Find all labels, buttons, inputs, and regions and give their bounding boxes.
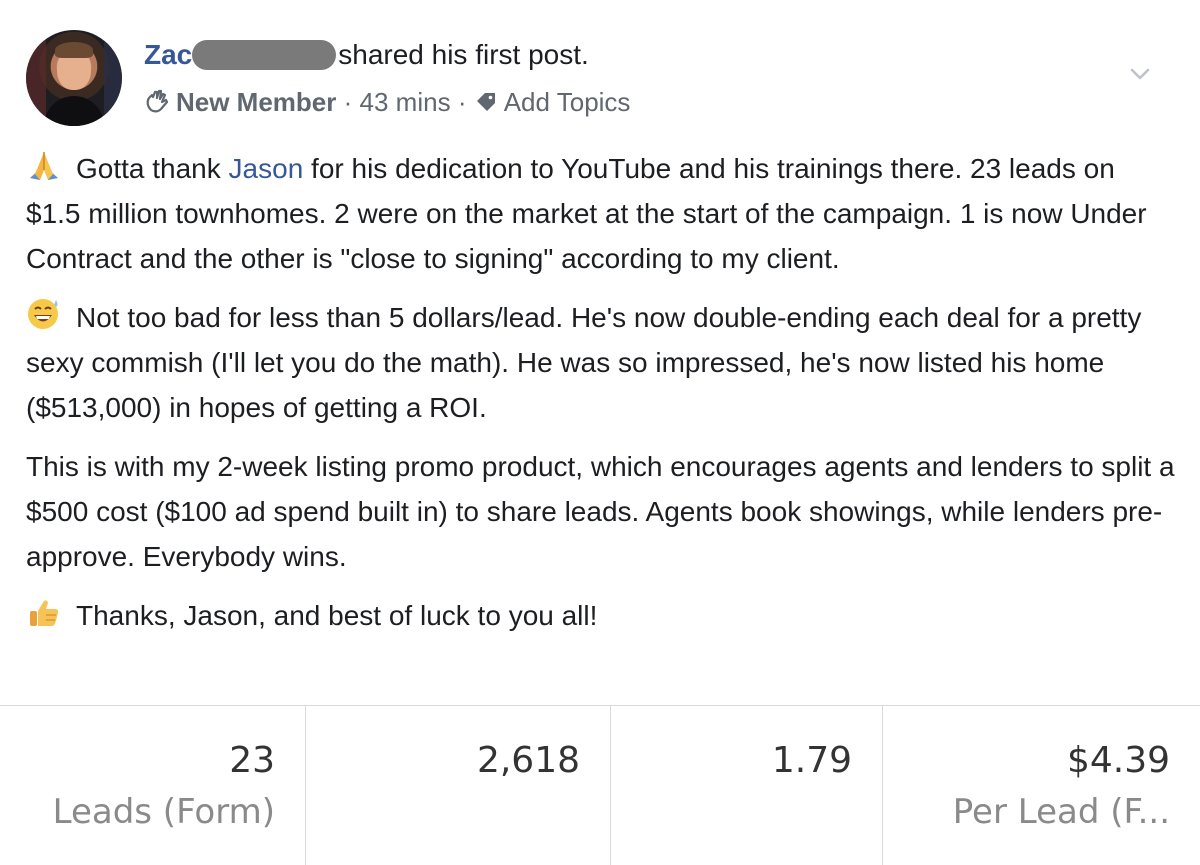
facebook-group-post: Zac shared his first post. New Member · 4… — [0, 0, 1200, 865]
stat-value: 23 — [229, 740, 275, 781]
avatar-hair — [55, 42, 93, 58]
stat-value: $4.39 — [1066, 740, 1170, 781]
paragraph-text: Not too bad for less than 5 dollars/lead… — [26, 302, 1142, 423]
folded-hands-icon — [26, 150, 66, 182]
avatar-background-right — [104, 30, 122, 126]
post-header: Zac shared his first post. New Member · 4… — [26, 26, 1176, 126]
ad-results-table: 23 Leads (Form) 2,618 1.79 $4.39 Per Lea… — [0, 705, 1200, 865]
stat-cell-reach: 2,618 — [306, 706, 611, 865]
tag-icon — [474, 89, 498, 121]
meta-separator: · — [343, 87, 353, 117]
post-paragraph: Gotta thank Jason for his dedication to … — [26, 146, 1176, 281]
author-avatar[interactable] — [26, 30, 122, 126]
author-line: Zac shared his first post. — [144, 38, 589, 72]
redacted-surname — [192, 40, 337, 70]
post-paragraph: This is with my 2-week listing promo pro… — [26, 444, 1176, 579]
stat-cell-cost-per-lead: $4.39 Per Lead (F... — [883, 706, 1200, 865]
grinning-sweat-icon — [26, 297, 66, 329]
post-paragraph: Not too bad for less than 5 dollars/lead… — [26, 295, 1176, 430]
paragraph-text: Thanks, Jason, and best of luck to you a… — [76, 600, 598, 631]
member-badge[interactable]: New Member — [176, 87, 336, 117]
stat-label: Leads (Form) — [52, 792, 275, 832]
avatar-background-left — [26, 30, 46, 126]
paragraph-text: This is with my 2-week listing promo pro… — [26, 451, 1175, 572]
post-paragraph: Thanks, Jason, and best of luck to you a… — [26, 593, 1176, 638]
waving-hand-icon — [144, 88, 170, 121]
author-action: shared his first post. — [338, 39, 589, 70]
stat-cell-leads: 23 Leads (Form) — [0, 706, 306, 865]
stat-cell-frequency: 1.79 — [611, 706, 883, 865]
avatar-shirt — [44, 96, 104, 126]
stat-value: 2,618 — [476, 740, 580, 781]
add-topics-link[interactable]: Add Topics — [504, 87, 631, 117]
stat-value: 1.79 — [771, 740, 852, 781]
chevron-down-icon[interactable] — [1128, 62, 1152, 86]
post-body: Gotta thank Jason for his dedication to … — [26, 146, 1176, 652]
post-meta: New Member · 43 mins · Add Topics — [144, 86, 630, 121]
thumbs-up-icon — [26, 597, 66, 629]
meta-separator-2: · — [457, 87, 467, 117]
stat-label: Per Lead (F... — [952, 792, 1170, 832]
post-timestamp[interactable]: 43 mins — [360, 87, 451, 117]
author-name[interactable]: Zac — [144, 39, 192, 70]
paragraph-text-before: Gotta thank — [76, 153, 229, 184]
mention-jason[interactable]: Jason — [229, 153, 304, 184]
